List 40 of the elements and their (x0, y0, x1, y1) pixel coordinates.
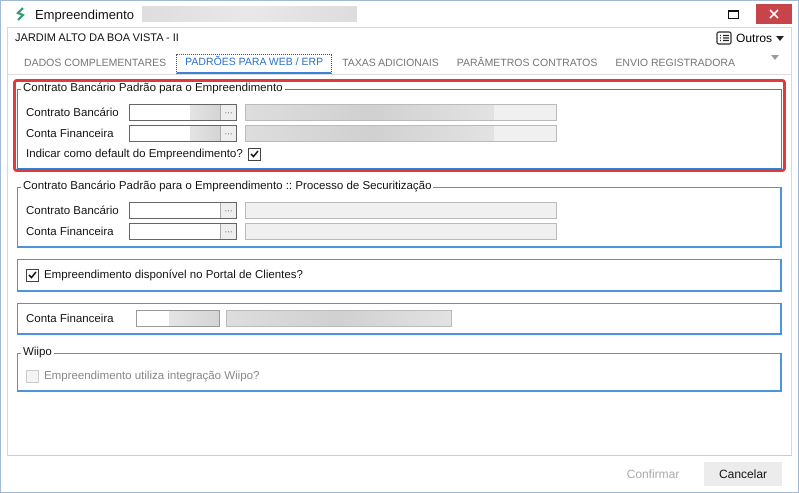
tab[interactable]: PARÂMETROS CONTRATOS (448, 54, 606, 74)
scroll-arrow-icon[interactable] (771, 55, 779, 60)
field-label: Conta Financeira (26, 312, 115, 324)
checkbox-label: Empreendimento utiliza integração Wiipo? (44, 370, 260, 382)
lookup-button[interactable]: ··· (220, 203, 236, 218)
blurred-text (190, 126, 220, 141)
group-title: Contrato Bancário Padrão para o Empreendimento :: Processo de Securitização (21, 180, 434, 192)
code-field[interactable]: ··· (129, 202, 237, 219)
field-label: Conta Financeira (26, 226, 115, 238)
code-field[interactable]: ··· (129, 223, 237, 240)
close-icon (769, 9, 779, 19)
tab[interactable]: DADOS COMPLEMENTARES (16, 54, 174, 74)
lookup-button[interactable]: ··· (220, 126, 236, 141)
window-title: Empreendimento (35, 6, 134, 22)
code-field[interactable]: ··· (129, 104, 237, 121)
checkbox[interactable] (248, 148, 261, 160)
list-icon (716, 31, 732, 45)
checkbox-label: Empreendimento disponível no Portal de Clientes? (44, 269, 303, 281)
field-label: Conta Financeira (26, 128, 115, 140)
cancel-button[interactable]: Cancelar (704, 462, 782, 486)
code-field[interactable] (136, 310, 220, 327)
tab[interactable]: ENVIO REGISTRADORA (607, 54, 743, 74)
field-label: Contrato Bancário (26, 204, 120, 216)
record-title: JARDIM ALTO DA BOA VISTA - II (15, 32, 180, 44)
lookup-button[interactable]: ··· (220, 224, 236, 239)
field-label: Contrato Bancário (26, 106, 120, 118)
blurred-text (190, 105, 220, 120)
checkbox-label: Indicar como default do Empreendimento? (26, 148, 243, 160)
close-button[interactable] (756, 4, 792, 24)
blurred-text (169, 311, 219, 326)
group-title: Wiipo (21, 346, 54, 358)
tab[interactable]: TAXAS ADICIONAIS (334, 54, 447, 74)
checkbox[interactable] (26, 268, 39, 282)
code-field[interactable]: ··· (129, 125, 237, 142)
group-title: Contrato Bancário Padrão para o Empreendimento (21, 82, 285, 94)
outros-menu-button[interactable]: Outros (716, 31, 784, 45)
lookup-button[interactable]: ··· (220, 105, 236, 120)
tab[interactable]: PADRÕES PARA WEB / ERP (176, 54, 332, 74)
app-logo-icon (15, 7, 27, 21)
caret-icon (776, 36, 784, 40)
